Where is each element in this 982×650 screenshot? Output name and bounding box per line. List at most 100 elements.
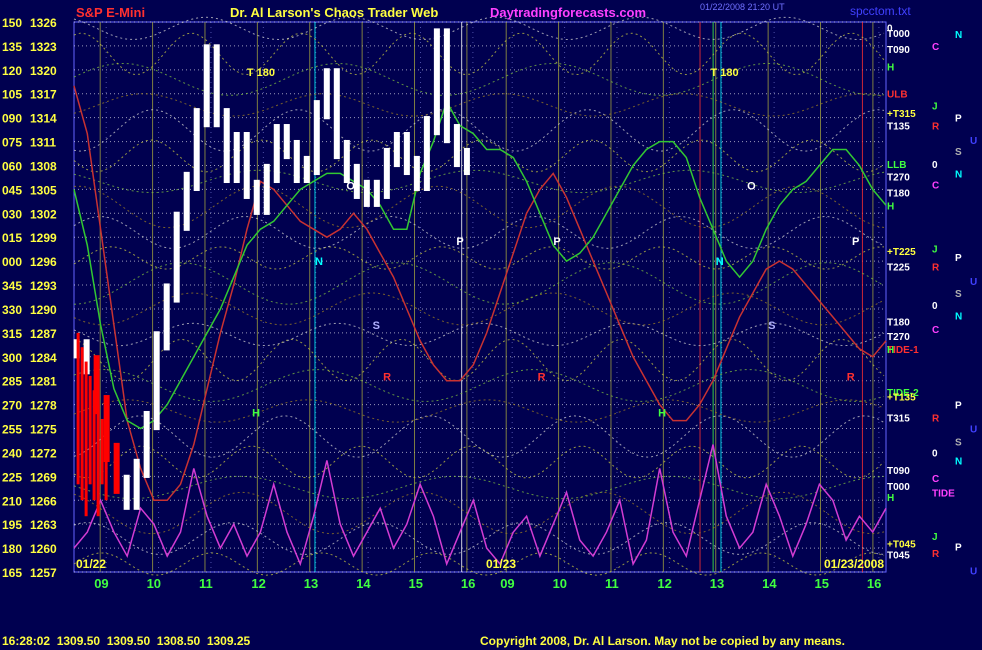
quote-readout: 16:28:02 1309.50 1309.50 1308.50 1309.25	[2, 634, 251, 648]
right-label: ULB	[887, 90, 908, 101]
x-tick-label: 13	[304, 576, 318, 591]
y-tick-price: 1269	[30, 470, 57, 484]
price-bar	[373, 179, 380, 207]
right-label: H	[887, 493, 894, 504]
right-label: U	[970, 277, 977, 288]
right-label: C	[932, 474, 939, 485]
y-tick-angle: 120	[2, 64, 22, 78]
price-bar	[223, 108, 230, 184]
price-bar	[453, 124, 460, 168]
right-label: 0	[932, 160, 938, 171]
in-chart-label: R	[847, 372, 855, 384]
y-tick-angle: 285	[2, 375, 22, 389]
right-label: R	[932, 413, 940, 424]
y-tick-price: 1290	[30, 303, 57, 317]
y-tick-angle: 210	[2, 494, 22, 508]
in-chart-label: O	[747, 180, 756, 192]
copyright-notice: Copyright 2008, Dr. Al Larson. May not b…	[480, 634, 845, 648]
y-tick-price: 1326	[30, 16, 57, 30]
right-label: T180	[887, 189, 910, 200]
right-label: N	[955, 456, 962, 467]
chart-title: Dr. Al Larson's Chaos Trader Web	[230, 5, 439, 20]
y-tick-angle: 180	[2, 542, 22, 556]
price-bar	[193, 108, 200, 191]
date-label: 01/23	[486, 557, 516, 571]
right-label: U	[970, 425, 977, 436]
y-tick-price: 1302	[30, 207, 57, 221]
in-chart-label: H	[658, 408, 666, 420]
price-bar-down	[92, 390, 96, 501]
right-label: S	[955, 289, 962, 300]
right-label: +T225	[887, 247, 916, 258]
y-tick-price: 1278	[30, 399, 57, 413]
right-label: T270	[887, 332, 910, 343]
right-label: R	[932, 549, 940, 560]
price-bar	[463, 147, 470, 176]
right-label: P	[955, 401, 962, 412]
y-tick-price: 1299	[30, 231, 57, 245]
price-bar-down	[100, 418, 104, 485]
x-tick-label: 16	[461, 576, 475, 591]
in-chart-label: H	[252, 408, 260, 420]
right-label: N	[955, 169, 962, 180]
y-tick-angle: 060	[2, 159, 22, 173]
price-bar	[313, 100, 320, 176]
y-tick-angle: 000	[2, 255, 22, 269]
y-tick-angle: 135	[2, 40, 22, 54]
in-chart-label: O	[346, 180, 355, 192]
right-label: 0	[932, 448, 938, 459]
x-tick-label: 14	[356, 576, 371, 591]
price-bar-down	[76, 332, 80, 485]
right-label: U	[970, 566, 977, 577]
x-tick-label: 10	[553, 576, 567, 591]
x-tick-label: 09	[94, 576, 108, 591]
price-bar	[343, 139, 350, 184]
in-chart-label: N	[716, 256, 724, 268]
in-chart-label: R	[538, 372, 546, 384]
price-bar	[333, 68, 340, 160]
y-tick-price: 1257	[30, 566, 57, 580]
y-tick-angle: 330	[2, 303, 22, 317]
price-bar	[383, 147, 390, 199]
in-chart-label: R	[383, 372, 391, 384]
y-tick-price: 1272	[30, 446, 57, 460]
price-bar	[363, 179, 370, 207]
price-bar	[243, 132, 250, 199]
x-tick-label: 12	[657, 576, 671, 591]
price-bar	[293, 139, 300, 184]
y-tick-price: 1323	[30, 40, 57, 54]
y-tick-angle: 165	[2, 566, 22, 580]
x-tick-label: 16	[867, 576, 881, 591]
site-link[interactable]: Daytradingforecasts.com	[490, 5, 646, 20]
y-tick-price: 1308	[30, 159, 57, 173]
x-tick-label: 12	[251, 576, 265, 591]
right-label: T180	[887, 318, 910, 329]
price-bar-down	[96, 404, 100, 517]
price-bar	[233, 132, 240, 184]
price-bar-down	[88, 375, 92, 485]
price-bar	[133, 458, 140, 510]
price-bar	[433, 28, 440, 136]
in-chart-label: P	[553, 236, 560, 248]
right-label: T000	[887, 29, 910, 40]
right-label: T135	[887, 122, 910, 133]
price-bar	[203, 44, 210, 128]
right-label: C	[932, 181, 939, 192]
right-label: T090	[887, 45, 910, 56]
price-bar	[173, 211, 180, 303]
right-label: N	[955, 30, 962, 41]
y-tick-angle: 045	[2, 183, 22, 197]
right-label: T045	[887, 550, 910, 561]
data-file-name: spcctom.txt	[850, 4, 911, 18]
right-label: S	[955, 147, 962, 158]
x-tick-label: 15	[815, 576, 829, 591]
right-label: +T315	[887, 109, 916, 120]
y-tick-angle: 300	[2, 351, 22, 365]
chart-canvas: T 180 T 180 O O N N P P P S S H H R R R 165 1257 180 1260 1…	[0, 0, 982, 650]
y-tick-angle: 030	[2, 207, 22, 221]
in-chart-label: T 180	[247, 67, 275, 79]
price-bar	[183, 171, 190, 231]
y-tick-angle: 225	[2, 470, 22, 484]
right-label: N	[955, 311, 962, 322]
y-tick-price: 1281	[30, 375, 57, 389]
